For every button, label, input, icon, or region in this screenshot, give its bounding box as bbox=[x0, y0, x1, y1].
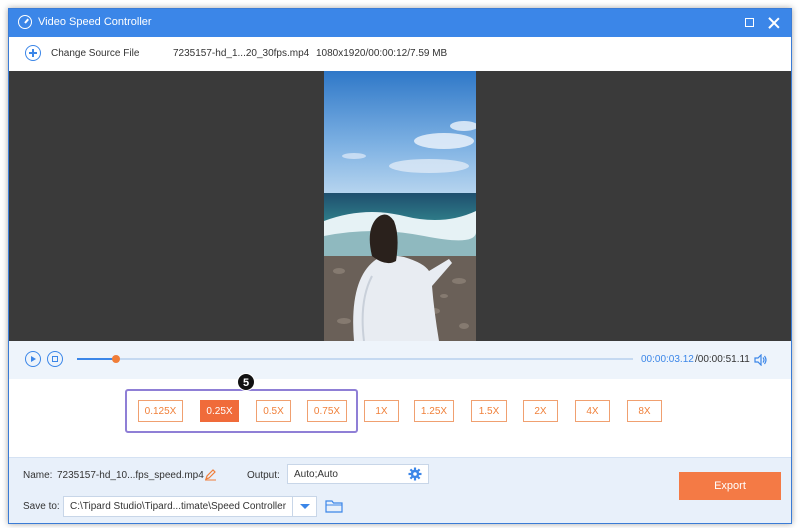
save-path-value: C:\Tipard Studio\Tipard...timate\Speed C… bbox=[70, 501, 287, 512]
export-button[interactable]: Export bbox=[679, 472, 781, 500]
output-format-field[interactable]: Auto;Auto bbox=[287, 464, 429, 484]
title-bar: Video Speed Controller bbox=[9, 9, 791, 37]
playback-controls: 00:00:03.12 /00:00:51.11 bbox=[9, 341, 791, 379]
video-frame bbox=[324, 71, 476, 341]
window-title: Video Speed Controller bbox=[38, 16, 152, 28]
add-file-icon[interactable] bbox=[25, 45, 41, 61]
step-badge: 5 bbox=[237, 373, 255, 391]
timeline-slider[interactable] bbox=[77, 355, 633, 363]
timeline-progress bbox=[77, 358, 116, 360]
output-label: Output: bbox=[247, 470, 280, 481]
save-path-field[interactable]: C:\Tipard Studio\Tipard...timate\Speed C… bbox=[63, 496, 317, 517]
speed-option-8x[interactable]: 8X bbox=[627, 400, 662, 422]
source-filename: 7235157-hd_1...20_30fps.mp4 bbox=[173, 48, 310, 59]
speed-option-4x[interactable]: 4X bbox=[575, 400, 610, 422]
output-settings: Name: 7235157-hd_10...fps_speed.mp4 Outp… bbox=[9, 457, 791, 523]
pencil-icon[interactable] bbox=[204, 468, 217, 481]
output-filename: 7235157-hd_10...fps_speed.mp4 bbox=[57, 470, 204, 481]
total-time: /00:00:51.11 bbox=[695, 354, 750, 365]
name-label: Name: bbox=[23, 470, 53, 481]
stop-icon[interactable] bbox=[47, 351, 63, 367]
maximize-button[interactable] bbox=[741, 14, 759, 32]
gear-icon[interactable] bbox=[408, 467, 422, 481]
speed-option-075x[interactable]: 0.75X bbox=[307, 400, 347, 422]
chevron-down-icon[interactable] bbox=[292, 497, 317, 516]
speed-option-2x[interactable]: 2X bbox=[523, 400, 558, 422]
source-fileinfo: 1080x1920/00:00:12/7.59 MB bbox=[316, 48, 448, 59]
speed-option-1x[interactable]: 1X bbox=[364, 400, 399, 422]
play-icon[interactable] bbox=[25, 351, 41, 367]
save-to-label: Save to: bbox=[23, 501, 60, 512]
file-bar: Change Source File 7235157-hd_1...20_30f… bbox=[9, 37, 791, 71]
output-format-value: Auto;Auto bbox=[294, 469, 338, 480]
speed-options: 5 0.125X 0.25X 0.5X 0.75X 1X 1.25X 1.5X … bbox=[9, 373, 791, 457]
speed-option-0125x[interactable]: 0.125X bbox=[138, 400, 183, 422]
speed-option-125x[interactable]: 1.25X bbox=[414, 400, 454, 422]
volume-icon[interactable] bbox=[754, 353, 768, 367]
change-source-button[interactable]: Change Source File bbox=[51, 48, 139, 59]
video-preview bbox=[9, 71, 791, 341]
current-time: 00:00:03.12 bbox=[641, 354, 694, 365]
close-button[interactable] bbox=[765, 14, 783, 32]
speed-option-025x[interactable]: 0.25X bbox=[200, 400, 239, 422]
speedometer-icon bbox=[18, 15, 32, 29]
speed-controller-window: Video Speed Controller Change Source Fil… bbox=[8, 8, 792, 524]
speed-option-05x[interactable]: 0.5X bbox=[256, 400, 291, 422]
folder-icon[interactable] bbox=[325, 499, 343, 513]
speed-option-15x[interactable]: 1.5X bbox=[471, 400, 507, 422]
timeline-thumb[interactable] bbox=[111, 355, 120, 363]
